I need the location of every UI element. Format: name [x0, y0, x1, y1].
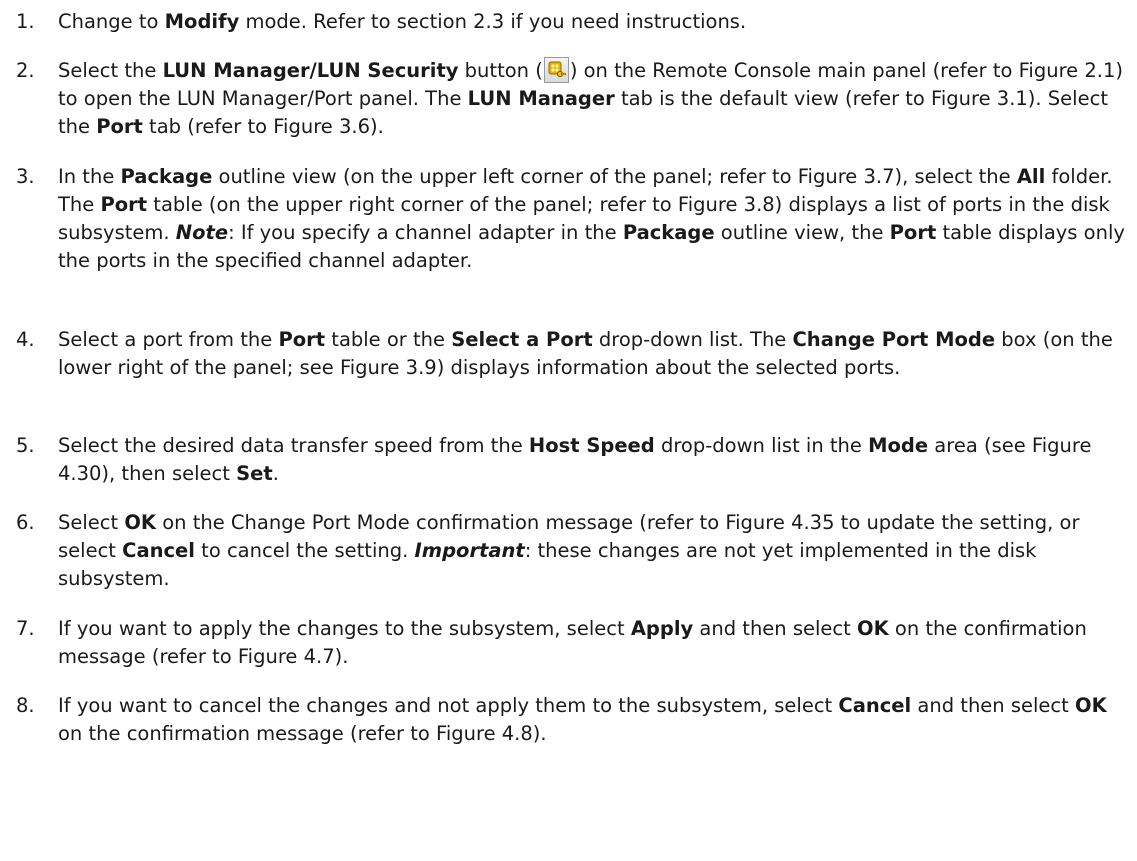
- step-text-run: drop-down list in the: [654, 434, 869, 457]
- step-text-run: Select the: [58, 59, 163, 82]
- ui-term: Apply: [630, 617, 694, 640]
- ui-term: Port: [278, 328, 326, 351]
- lun-manager-key-icon: [543, 57, 569, 83]
- callout-label: Note: [175, 221, 229, 244]
- step-text-run: If you want to apply the changes to the …: [58, 617, 631, 640]
- ui-term: Package: [622, 221, 715, 244]
- ui-term: OK: [124, 511, 157, 534]
- step-text-run: Select a port from the: [58, 328, 279, 351]
- step-number: 4.: [16, 328, 35, 351]
- ui-term: Port: [96, 115, 143, 138]
- step-number: 3.: [16, 165, 35, 188]
- ui-term: Cancel: [838, 694, 912, 717]
- step-text: Select OK on the Change Port Mode confir…: [58, 509, 1128, 593]
- step-text-run: Select: [58, 511, 125, 534]
- step-text-run: Change to: [58, 10, 165, 33]
- step-text-run: tab (refer to Figure 3.6).: [142, 115, 384, 138]
- step-text: Select a port from the Port table or the…: [58, 326, 1128, 382]
- step-text: If you want to cancel the changes and no…: [58, 692, 1128, 748]
- ui-term: Port: [889, 221, 937, 244]
- callout-label: Important: [414, 539, 525, 562]
- ui-term: Modify: [164, 10, 240, 33]
- step-text-run: In the: [58, 165, 121, 188]
- ui-term: Port: [100, 193, 148, 216]
- step-text-run: to cancel the setting.: [194, 539, 415, 562]
- ui-term: Cancel: [122, 539, 195, 562]
- step-number: 5.: [16, 434, 35, 457]
- ui-term: Select a Port: [451, 328, 593, 351]
- step-text-run: on the confirmation message (refer to Fi…: [58, 722, 547, 745]
- step-text-run: : If you specify a channel adapter in th…: [228, 221, 623, 244]
- step-text: In the Package outline view (on the uppe…: [58, 163, 1128, 275]
- step-text-run: .: [272, 462, 279, 485]
- step-text-run: outline view (on the upper left corner o…: [212, 165, 1017, 188]
- step-text-run: and then select: [693, 617, 857, 640]
- step-text-run: If you want to cancel the changes and no…: [58, 694, 839, 717]
- step-text-run: outline view, the: [714, 221, 890, 244]
- step-number: 2.: [16, 59, 35, 82]
- ui-term: LUN Manager/LUN Security: [162, 59, 459, 82]
- ui-term: Set: [236, 462, 273, 485]
- ui-term: All: [1016, 165, 1046, 188]
- step-text-run: and then select: [911, 694, 1075, 717]
- ui-term: Package: [120, 165, 213, 188]
- step-number: 6.: [16, 511, 35, 534]
- step-text: If you want to apply the changes to the …: [58, 615, 1128, 671]
- step-text: Select the desired data transfer speed f…: [58, 432, 1128, 488]
- step-number: 8.: [16, 694, 35, 717]
- step-text: Change to Modify mode. Refer to section …: [58, 8, 1128, 36]
- step-text-run: mode. Refer to section 2.3 if you need i…: [239, 10, 747, 33]
- ui-term: OK: [1075, 694, 1107, 717]
- step-number: 1.: [16, 10, 35, 33]
- step-text-run: button (: [458, 59, 543, 82]
- step-text-run: drop-down list. The: [592, 328, 793, 351]
- ui-term: Mode: [868, 434, 929, 457]
- step-text-run: table or the: [325, 328, 452, 351]
- ui-term: LUN Manager: [467, 87, 615, 110]
- step-number: 7.: [16, 617, 35, 640]
- ui-term: Host Speed: [528, 434, 655, 457]
- step-text-run: Select the desired data transfer speed f…: [58, 434, 529, 457]
- step-text: Select the LUN Manager/LUN Security butt…: [58, 57, 1128, 141]
- ui-term: OK: [857, 617, 889, 640]
- ui-term: Change Port Mode: [792, 328, 996, 351]
